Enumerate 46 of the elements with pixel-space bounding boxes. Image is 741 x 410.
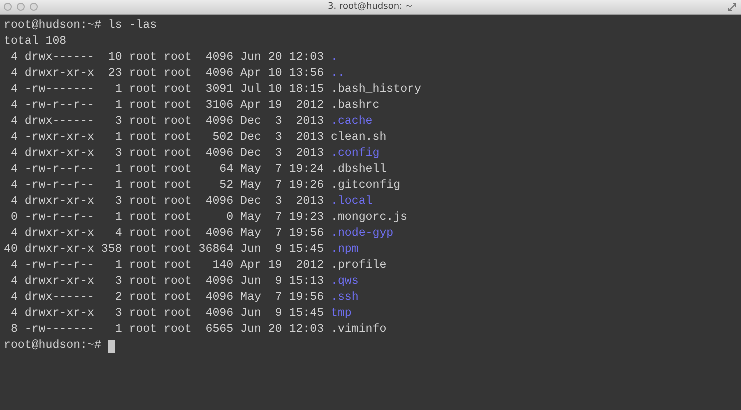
file-name: .profile <box>331 258 387 274</box>
total-line: total 108 <box>4 34 67 50</box>
directory-name: .local <box>331 194 373 210</box>
directory-name: .npm <box>331 242 359 258</box>
file-name: .mongorc.js <box>331 210 408 226</box>
text-cursor <box>108 340 116 352</box>
directory-name: .config <box>331 146 380 162</box>
file-name: .viminfo <box>331 322 387 338</box>
directory-name: .cache <box>331 114 373 130</box>
command-text: ls -las <box>108 18 158 34</box>
file-details: 4 drwx------ 2 root root 4096 May 7 19:56 <box>10 290 326 306</box>
file-details: 4 -rw-r--r-- 1 root root 3106 Apr 19 2012 <box>10 98 326 114</box>
file-details: 40 drwxr-xr-x 358 root root 36864 Jun 9 15:45 <box>4 242 326 258</box>
file-details: 4 -rw-r--r-- 1 root root 52 May 7 19:26 <box>10 178 326 194</box>
directory-name: .node-gyp <box>331 226 394 242</box>
window-title: 3. root@hudson: ~ <box>327 2 414 12</box>
directory-name: tmp <box>331 306 352 322</box>
file-details: 4 drwxr-xr-x 23 root root 4096 Apr 10 13:56 <box>10 66 326 82</box>
file-details: 4 drwx------ 10 root root 4096 Jun 20 12:03 <box>10 50 326 66</box>
shell-prompt: root@hudson:~# <box>4 18 102 34</box>
directory-name: .qws <box>331 274 359 290</box>
directory-name: . <box>331 50 338 66</box>
file-details: 4 -rw-r--r-- 1 root root 64 May 7 19:24 <box>10 162 326 178</box>
directory-name: .ssh <box>331 290 359 306</box>
file-name: .bash_history <box>331 82 422 98</box>
close-button[interactable] <box>4 3 12 11</box>
minimize-button[interactable] <box>17 3 25 11</box>
directory-name: .. <box>331 66 345 82</box>
file-details: 4 drwxr-xr-x 3 root root 4096 Dec 3 2013 <box>10 146 326 162</box>
file-details: 4 -rwxr-xr-x 1 root root 502 Dec 3 2013 <box>10 130 326 146</box>
file-name: .bashrc <box>331 98 380 114</box>
fullscreen-icon[interactable] <box>728 2 737 12</box>
file-details: 4 -rw-r--r-- 1 root root 140 Apr 19 2012 <box>10 258 326 274</box>
file-name: .dbshell <box>331 162 387 178</box>
file-name: .gitconfig <box>331 178 401 194</box>
file-details: 4 drwx------ 3 root root 4096 Dec 3 2013 <box>10 114 326 130</box>
file-details: 4 drwxr-xr-x 4 root root 4096 May 7 19:56 <box>10 226 326 242</box>
file-name: clean.sh <box>331 130 387 146</box>
file-details: 4 drwxr-xr-x 3 root root 4096 Jun 9 15:45 <box>10 306 326 322</box>
file-details: 4 -rw------- 1 root root 3091 Jul 10 18:15 <box>10 82 326 98</box>
file-details: 4 drwxr-xr-x 3 root root 4096 Dec 3 2013 <box>10 194 326 210</box>
zoom-button[interactable] <box>30 3 38 11</box>
shell-prompt: root@hudson:~# <box>4 338 102 354</box>
file-details: 4 drwxr-xr-x 3 root root 4096 Jun 9 15:13 <box>10 274 326 290</box>
file-details: 8 -rw------- 1 root root 6565 Jun 20 12:03 <box>10 322 326 338</box>
file-details: 0 -rw-r--r-- 1 root root 0 May 7 19:23 <box>10 210 326 226</box>
